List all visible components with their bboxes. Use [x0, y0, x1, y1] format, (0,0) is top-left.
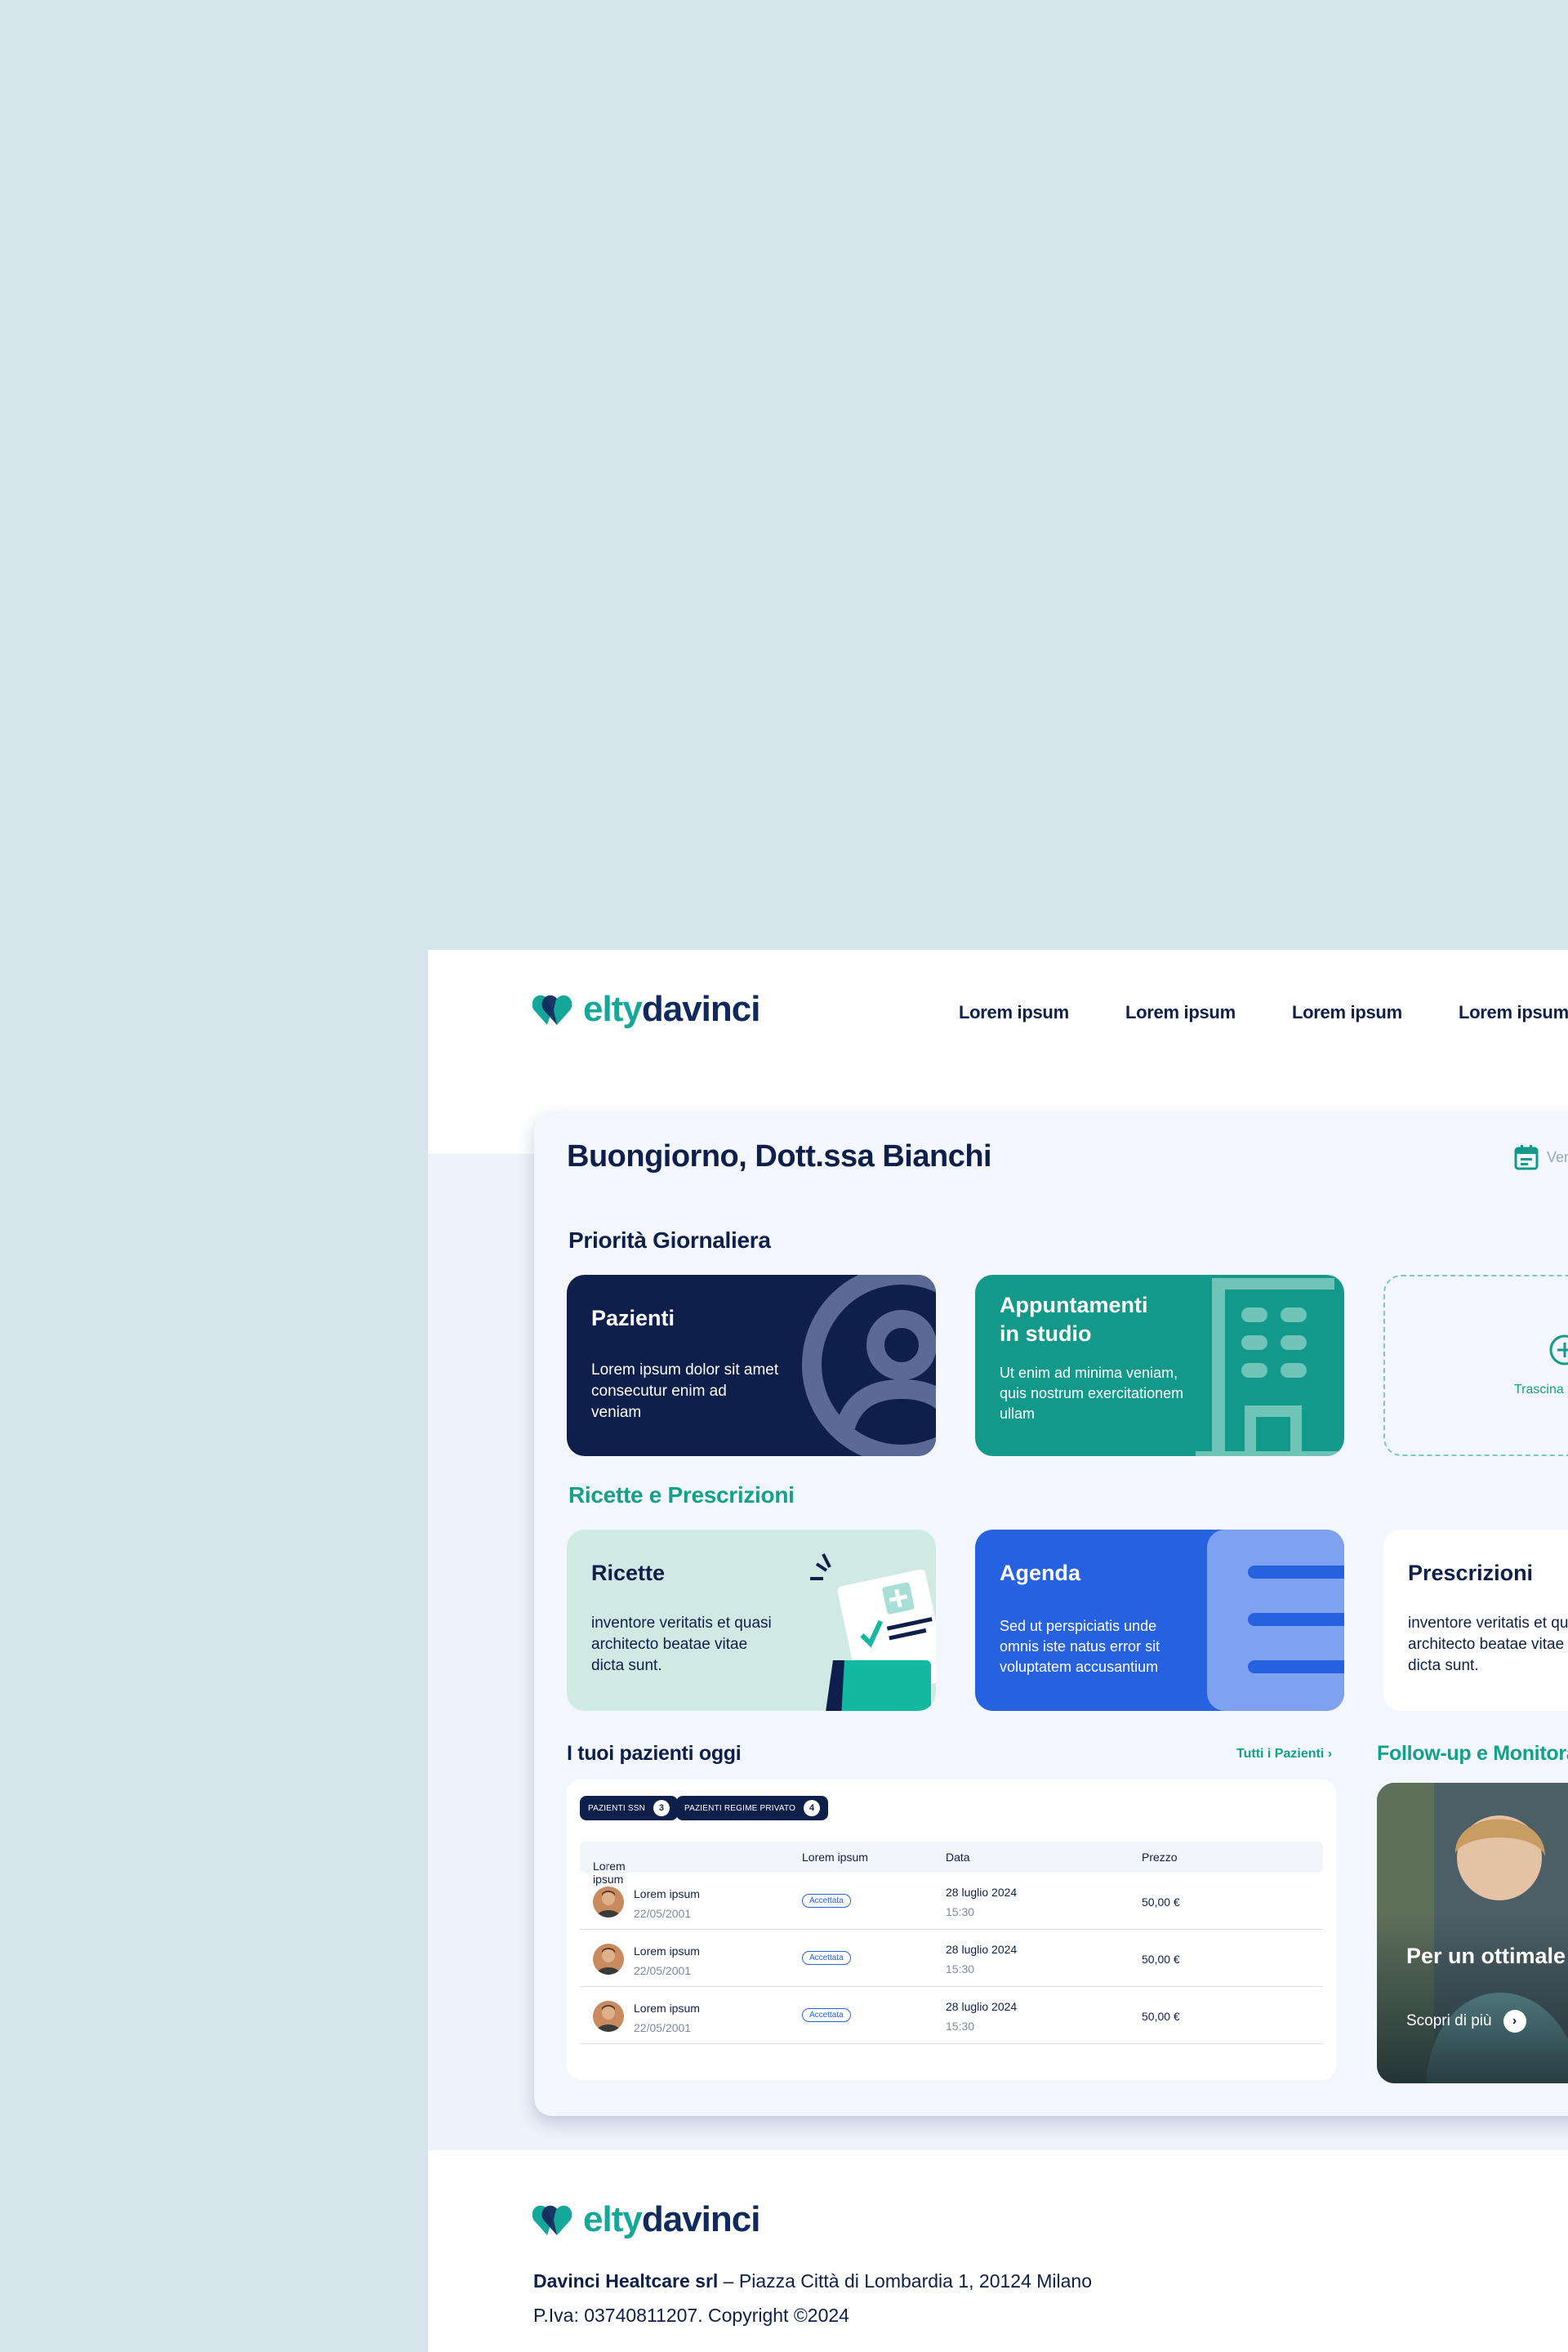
logo-text-elty: elty — [583, 989, 643, 1029]
arrow-right-icon: › — [1503, 2010, 1526, 2033]
table-row[interactable]: Lorem ipsum 22/05/2001 Accettata 28 lugl… — [580, 1873, 1323, 1930]
drop-zone[interactable]: Trascina qui — [1383, 1275, 1568, 1456]
patient-name: Lorem ipsum — [634, 1944, 700, 1958]
followup-promo-card[interactable]: Per un ottimale monitoraggio dei Scopri … — [1377, 1783, 1568, 2083]
table-header: Lorem ipsum ↓ Lorem ipsum Data Prezzo — [580, 1842, 1323, 1886]
website-frame: elty davinci Lorem ipsum Lorem ipsum Lor… — [428, 950, 1568, 2352]
dashboard-card: Buongiorno, Dott.ssa Bianchi Venerdì Pri… — [534, 1113, 1568, 2116]
avatar — [593, 1886, 624, 1918]
all-patients-link[interactable]: Tutti i Pazienti › — [1236, 1747, 1332, 1762]
logo-text-davinci: davinci — [641, 2199, 761, 2239]
appointment-time: 15:30 — [946, 1962, 975, 1976]
patient-dob: 22/05/2001 — [634, 1964, 692, 1977]
tile-pazienti[interactable]: Pazienti Lorem ipsum dolor sit amet cons… — [567, 1275, 936, 1456]
tile-agenda-title: Agenda — [1000, 1561, 1081, 1585]
footer-address: Davinci Healtcare srl – Piazza Città di … — [533, 2270, 1092, 2292]
appointment-date: 28 luglio 2024 — [946, 1943, 1018, 1956]
nav-item-3[interactable]: Lorem ipsum — [1292, 1002, 1459, 1023]
patient-dob: 22/05/2001 — [634, 2021, 692, 2034]
tile-agenda[interactable]: Agenda Sed ut perspiciatis unde omnis is… — [975, 1530, 1344, 1711]
section-title-priority: Priorità Giornaliera — [568, 1227, 771, 1253]
drop-zone-text: Trascina qui — [1514, 1383, 1568, 1396]
tile-pazienti-title: Pazienti — [591, 1306, 675, 1330]
tile-ricette-desc: inventore veritatis et quasi architecto … — [591, 1615, 772, 1675]
filter-chip-ssn[interactable]: PAZIENTI SSN 3 — [580, 1796, 679, 1820]
tile-prescrizioni[interactable]: Prescrizioni inventore veritatis et quas… — [1383, 1530, 1568, 1711]
header-logo[interactable]: elty davinci — [532, 989, 760, 1030]
header-col-3: Data — [946, 1851, 970, 1864]
section-title-patients: I tuoi pazienti oggi — [567, 1742, 742, 1765]
patient-name: Lorem ipsum — [634, 1887, 700, 1900]
tile-prescrizioni-desc: inventore veritatis et quasi architecto … — [1408, 1615, 1568, 1675]
main-nav: Lorem ipsum Lorem ipsum Lorem ipsum Lore… — [959, 1002, 1568, 1023]
footer-address-text: – Piazza Città di Lombardia 1, 20124 Mil… — [718, 2270, 1093, 2292]
status-badge: Accettata — [802, 1894, 851, 1908]
followup-cta-button[interactable]: Scopri di più › — [1406, 2010, 1526, 2033]
date-display[interactable]: Venerdì — [1514, 1144, 1568, 1170]
patient-name: Lorem ipsum — [634, 2002, 700, 2015]
filter-chip-private[interactable]: PAZIENTI REGIME PRIVATO 4 — [676, 1796, 829, 1820]
status-badge: Accettata — [802, 1951, 851, 1965]
nav-item-2[interactable]: Lorem ipsum — [1125, 1002, 1292, 1023]
all-patients-label: Tutti i Pazienti — [1236, 1747, 1325, 1761]
header-col-4: Prezzo — [1142, 1851, 1178, 1864]
tile-ricette-title: Ricette — [591, 1561, 666, 1585]
followup-title: Per un ottimale monitoraggio dei — [1406, 1944, 1568, 1968]
section-title-recipes: Ricette e Prescrizioni — [568, 1482, 795, 1508]
appointment-price: 50,00 € — [1142, 2010, 1180, 2023]
calendar-icon — [1514, 1145, 1539, 1170]
chevron-right-icon: › — [1327, 1747, 1333, 1761]
building-icon — [1196, 1278, 1344, 1456]
footer-vat: P.Iva: 03740811207. Copyright ©2024 — [533, 2305, 849, 2326]
tile-agenda-desc: Sed ut perspiciatis unde omnis iste natu… — [1000, 1618, 1160, 1675]
nav-item-4[interactable]: Lorem ipsum — [1459, 1002, 1568, 1023]
chip-private-count: 4 — [804, 1800, 821, 1816]
user-circle-icon — [802, 1275, 936, 1456]
date-text: Venerdì — [1547, 1148, 1568, 1165]
section-title-followup: Follow-up e Monitoraggio — [1377, 1742, 1568, 1765]
agenda-list-icon — [1207, 1530, 1344, 1711]
table-row[interactable]: Lorem ipsum 22/05/2001 Accettata 28 lugl… — [580, 1930, 1323, 1987]
avatar — [593, 2001, 624, 2032]
appointment-time: 15:30 — [946, 2020, 975, 2033]
tile-prescrizioni-title: Prescrizioni — [1408, 1561, 1534, 1585]
tile-appuntamenti[interactable]: Appuntamenti in studio Ut enim ad minima… — [975, 1275, 1344, 1456]
logo-text-elty: elty — [583, 2199, 643, 2239]
appointment-price: 50,00 € — [1142, 1953, 1180, 1966]
tile-appuntamenti-desc: Ut enim ad minima veniam, quis nostrum e… — [1000, 1365, 1184, 1422]
avatar — [593, 1944, 624, 1975]
appointment-time: 15:30 — [946, 1905, 975, 1918]
nav-item-1[interactable]: Lorem ipsum — [959, 1002, 1125, 1023]
footer-company: Davinci Healtcare srl — [533, 2270, 719, 2292]
chip-ssn-count: 3 — [653, 1800, 670, 1816]
table-row[interactable]: Lorem ipsum 22/05/2001 Accettata 28 lugl… — [580, 1987, 1323, 2044]
prescription-folder-icon — [810, 1553, 936, 1711]
followup-cta-label: Scopri di più — [1406, 2012, 1492, 2029]
logo-text-davinci: davinci — [641, 989, 761, 1029]
tile-pazienti-desc: Lorem ipsum dolor sit amet consecutur en… — [591, 1361, 779, 1422]
greeting-title: Buongiorno, Dott.ssa Bianchi — [567, 1139, 992, 1174]
chip-ssn-label: PAZIENTI SSN — [588, 1803, 646, 1813]
patient-dob: 22/05/2001 — [634, 1907, 692, 1920]
heart-logo-icon — [532, 995, 572, 1025]
doctor-photo-image — [1377, 1783, 1568, 2083]
tile-ricette[interactable]: Ricette inventore veritatis et quasi arc… — [567, 1530, 936, 1711]
footer-logo[interactable]: elty davinci — [532, 2199, 760, 2240]
add-circle-icon — [1549, 1334, 1568, 1365]
appointment-date: 28 luglio 2024 — [946, 1886, 1018, 1899]
patients-table-card: PAZIENTI SSN 3 PAZIENTI REGIME PRIVATO 4… — [567, 1780, 1336, 2080]
header-col-2: Lorem ipsum — [802, 1851, 868, 1864]
status-badge: Accettata — [802, 2008, 851, 2022]
heart-logo-icon — [532, 2205, 572, 2235]
chip-private-label: PAZIENTI REGIME PRIVATO — [684, 1803, 796, 1813]
sort-arrow-icon: ↓ — [604, 1860, 610, 1873]
appointment-date: 28 luglio 2024 — [946, 2000, 1018, 2013]
tile-appuntamenti-title: Appuntamenti in studio — [1000, 1293, 1148, 1347]
appointment-price: 50,00 € — [1142, 1895, 1180, 1909]
